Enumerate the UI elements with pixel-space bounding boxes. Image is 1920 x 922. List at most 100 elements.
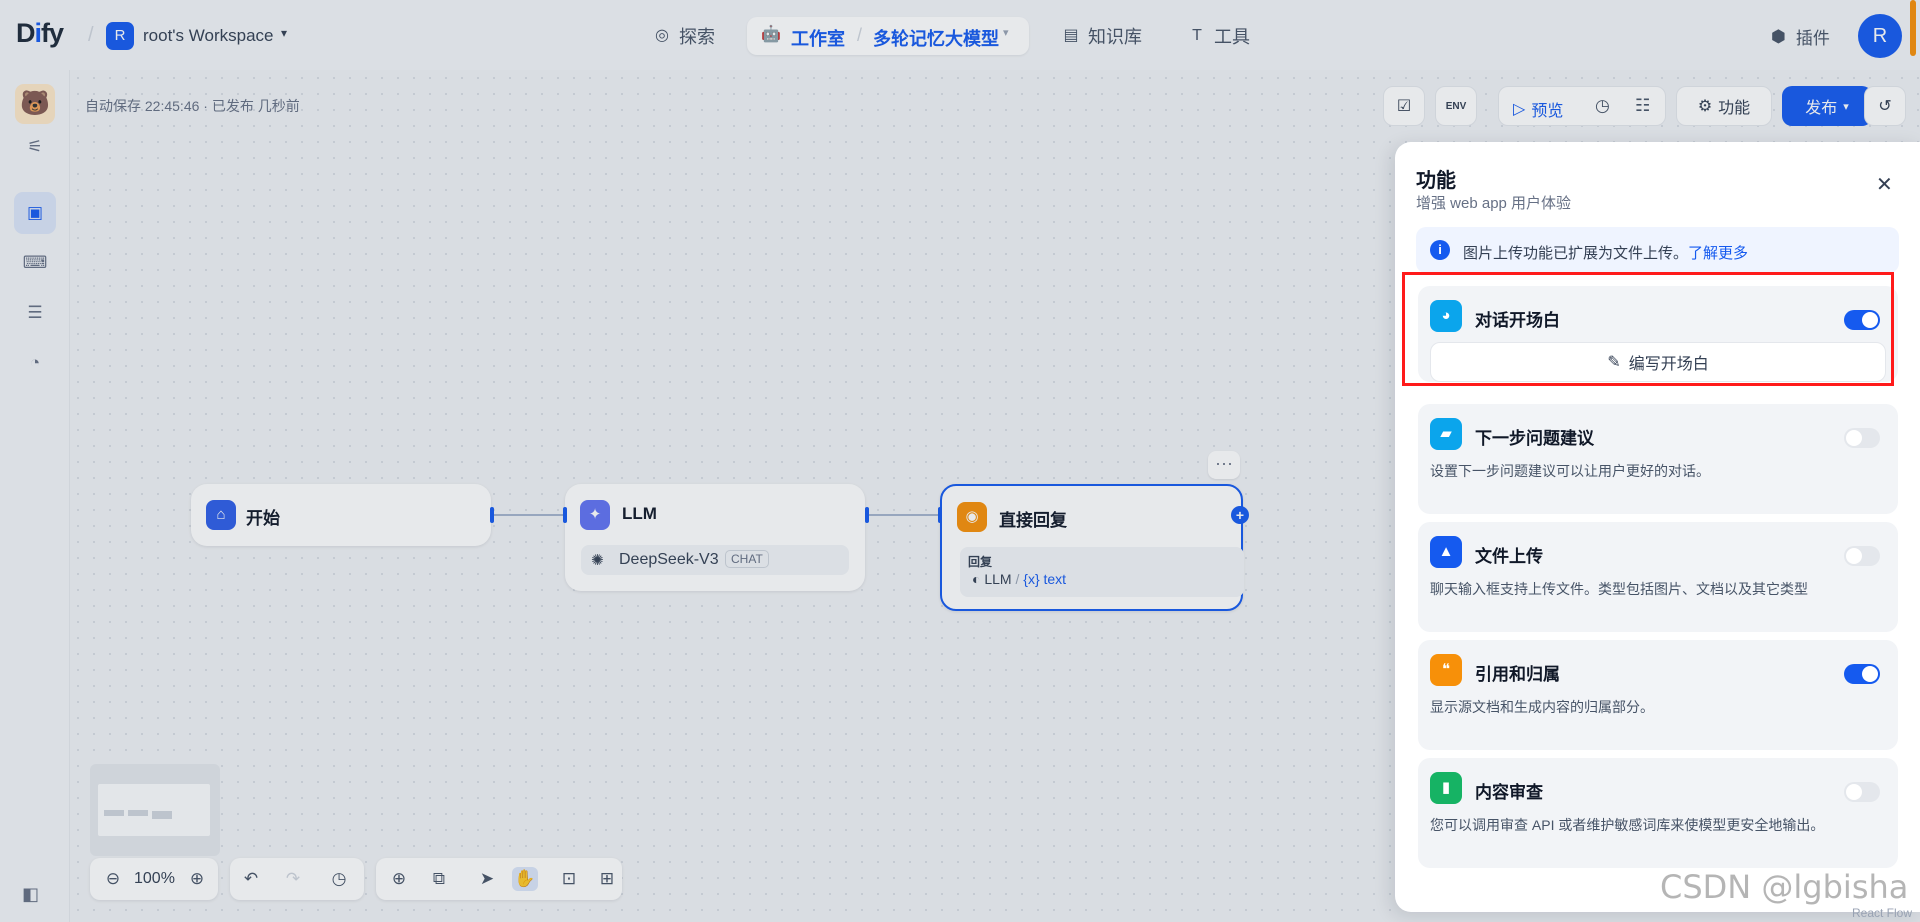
close-icon[interactable]: ✕ (1876, 172, 1893, 197)
llm-source-handle[interactable] (865, 507, 869, 523)
logs-icon[interactable]: ☰ (14, 292, 56, 334)
answer-node[interactable]: ◉ 直接回复 回复 ◐ LLM / {x} text (940, 484, 1244, 611)
hammer-icon: T (1192, 27, 1202, 44)
nav-tools[interactable]: T 工具 (1188, 22, 1250, 50)
export-icon[interactable]: ⊡ (556, 867, 582, 891)
feature-card-moderation: ▮ 内容审查 您可以调用审查 API 或者维护敏感词库来使模型更安全地输出。 (1418, 758, 1898, 868)
nav-explore-label: 探索 (679, 27, 715, 47)
zoom-out-icon[interactable]: ⊖ (100, 867, 126, 891)
undo-icon[interactable]: ↶ (238, 867, 264, 891)
features-icon: ⚙ (1697, 98, 1713, 115)
chevron-down-icon: ▾ (1843, 100, 1849, 113)
feature-card-opening: ◕ 对话开场白 ✎ 编写开场白 (1418, 286, 1898, 382)
messages-icon: ▰ (1430, 418, 1462, 450)
model-selector[interactable]: ✺ DeepSeek-V3 CHAT (581, 545, 849, 575)
monitor-icon[interactable]: ◔ (14, 342, 56, 384)
preview-button[interactable]: ▷ 预览 (1513, 97, 1563, 121)
play-icon: ▷ (1513, 101, 1526, 118)
toggle-knob (1846, 430, 1862, 446)
env-button[interactable]: ENV (1435, 86, 1477, 126)
dify-logo[interactable]: Dify (16, 18, 64, 49)
add-block-icon[interactable]: ⊕ (386, 867, 412, 891)
panel-subtitle: 增强 web app 用户体验 (1416, 195, 1572, 212)
chat-bubble-icon: ◕ (1430, 300, 1462, 332)
moderation-icon: ▮ (1430, 772, 1462, 804)
folder-upload-icon: ▲ (1430, 536, 1462, 568)
breadcrumb-separator: / (88, 24, 94, 46)
llm-icon: ✦ (580, 500, 610, 530)
more-icon[interactable]: ··· (1208, 451, 1240, 479)
plugins-button[interactable]: ⬢ 插件 (1771, 24, 1830, 49)
book-icon: ▤ (1063, 27, 1079, 44)
redo-icon[interactable]: ↷ (280, 867, 306, 891)
list-icon[interactable]: ☷ (1635, 96, 1650, 116)
sidebar-collapse-icon[interactable]: ◧ (22, 884, 39, 905)
edit-opening-button[interactable]: ✎ 编写开场白 (1430, 342, 1886, 382)
learn-more-link[interactable]: 了解更多 (1688, 245, 1748, 262)
feature-card-suggestions: ▰ 下一步问题建议 设置下一步问题建议可以让用户更好的对话。 (1418, 404, 1898, 514)
var-separator: / (1015, 571, 1020, 587)
nav-knowledge[interactable]: ▤ 知识库 (1062, 22, 1142, 50)
features-button[interactable]: ⚙ 功能 (1676, 86, 1772, 126)
reply-content: 回复 ◐ LLM / {x} text (960, 547, 1244, 597)
workspace-avatar[interactable]: R (106, 22, 134, 50)
chevron-down-icon[interactable]: ▾ (281, 26, 287, 40)
feature-toggle[interactable] (1844, 546, 1880, 566)
pointer-icon[interactable]: ➤ (474, 867, 500, 891)
zoom-level[interactable]: 100% (134, 870, 175, 888)
var-node-name: LLM (984, 571, 1012, 587)
react-flow-attribution[interactable]: React Flow (1852, 906, 1912, 920)
pencil-icon: ✎ (1607, 354, 1621, 371)
start-source-handle[interactable] (490, 507, 494, 523)
edge-llm-answer (868, 514, 940, 516)
minimap[interactable] (90, 764, 220, 856)
chevron-down-icon[interactable]: ▾ (1003, 26, 1009, 39)
add-node-icon[interactable]: + (1231, 506, 1249, 524)
node-title: 开始 (246, 509, 280, 528)
current-app-name[interactable]: 多轮记忆大模型 (873, 25, 999, 51)
layout-icon[interactable]: ⊞ (594, 867, 620, 891)
answer-target-handle[interactable] (938, 507, 942, 523)
app-icon[interactable]: 🐻 (15, 84, 55, 124)
zoom-in-icon[interactable]: ⊕ (184, 867, 210, 891)
toggle-knob (1862, 666, 1878, 682)
terminal-icon[interactable]: ⌨ (14, 242, 56, 284)
feature-title: 对话开场白 (1475, 311, 1560, 330)
run-history-icon[interactable]: ◷ (1595, 96, 1610, 116)
history-controls: ↶ ↷ ◷ (230, 858, 364, 900)
feature-toggle[interactable] (1844, 310, 1880, 330)
orchestrate-icon[interactable]: ▣ (14, 192, 56, 234)
robot-icon: 🤖 (761, 26, 781, 43)
feature-toggle[interactable] (1844, 782, 1880, 802)
user-avatar[interactable]: R (1858, 14, 1902, 58)
checklist-icon[interactable]: ☑ (1383, 86, 1425, 126)
watermark: CSDN @lgbisha (1660, 868, 1909, 906)
feature-toggle[interactable] (1844, 428, 1880, 448)
nav-studio[interactable]: 🤖 工作室 / 多轮记忆大模型 ▾ (747, 17, 1029, 55)
nav-explore[interactable]: ◎ 探索 (653, 22, 715, 50)
history-icon[interactable]: ◷ (326, 867, 352, 891)
preview-label: 预览 (1531, 103, 1564, 120)
feature-desc: 聊天输入框支持上传文件。类型包括图片、文档以及其它类型 (1430, 581, 1808, 597)
llm-target-handle[interactable] (563, 507, 567, 523)
start-node[interactable]: ⌂ 开始 (191, 484, 491, 546)
feature-desc: 您可以调用审查 API 或者维护敏感词库来使模型更安全地输出。 (1430, 817, 1825, 833)
edit-opening-label: 编写开场白 (1628, 356, 1709, 373)
add-note-icon[interactable]: ⧉ (426, 867, 452, 891)
publish-button[interactable]: 发布 ▾ (1782, 86, 1872, 126)
hand-icon[interactable]: ✋ (512, 867, 538, 891)
feature-title: 引用和归属 (1475, 665, 1560, 684)
panel-title: 功能 (1416, 170, 1456, 192)
reply-label: 回复 (968, 555, 993, 569)
nav-studio-label[interactable]: 工作室 (791, 25, 845, 51)
workspace-name[interactable]: root's Workspace (143, 26, 273, 46)
llm-node[interactable]: ✦ LLM ✺ DeepSeek-V3 CHAT (565, 484, 865, 591)
feature-title: 文件上传 (1475, 547, 1543, 566)
accent-bar (1910, 0, 1916, 56)
feature-toggle[interactable] (1844, 664, 1880, 684)
sliders-icon[interactable]: ⚟ (14, 126, 56, 168)
features-label: 功能 (1718, 100, 1751, 117)
version-history-icon[interactable]: ↺ (1864, 86, 1906, 126)
nav-separator: / (857, 25, 863, 45)
info-banner: i 图片上传功能已扩展为文件上传。了解更多 (1416, 227, 1899, 273)
